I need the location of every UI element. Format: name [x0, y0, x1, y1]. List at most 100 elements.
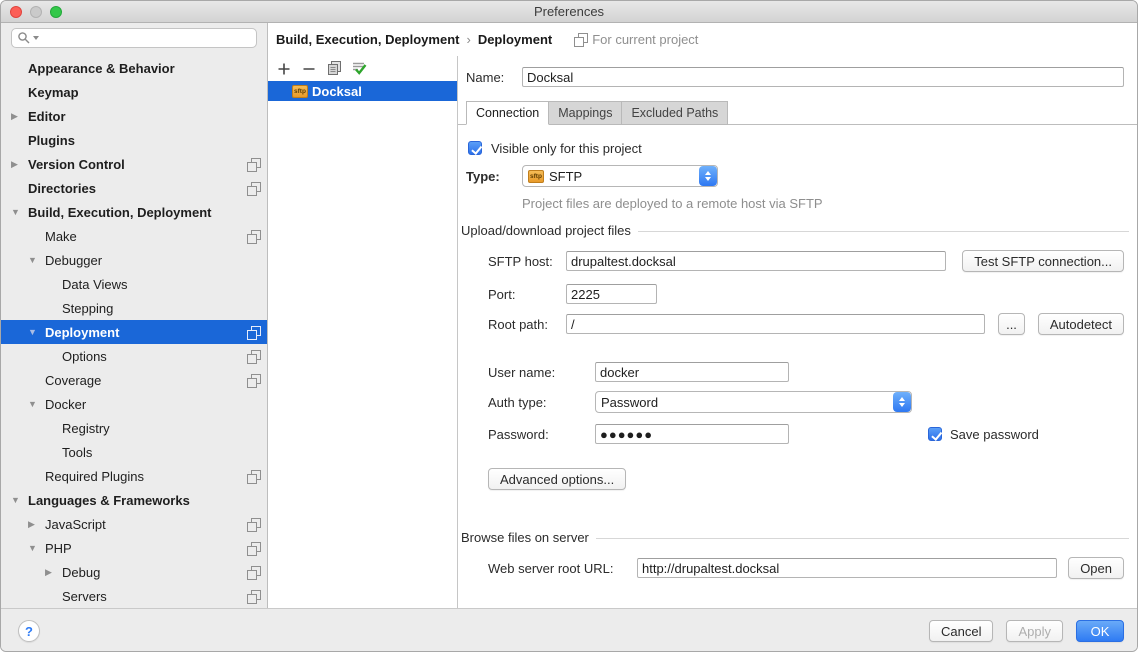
sidebar-item-languages-frameworks[interactable]: ▼Languages & Frameworks	[1, 488, 267, 512]
name-input[interactable]	[522, 67, 1124, 87]
chevron-expanded-icon[interactable]: ▼	[28, 320, 45, 344]
chevron-expanded-icon[interactable]: ▼	[28, 392, 45, 416]
per-project-icon	[247, 566, 260, 579]
chevron-collapsed-icon[interactable]: ▶	[11, 104, 28, 128]
autodetect-button[interactable]: Autodetect	[1038, 313, 1124, 335]
settings-sidebar: ▶Appearance & Behavior ▶Keymap ▶Editor ▶…	[1, 23, 268, 608]
type-label: Type:	[466, 169, 522, 184]
save-password-checkbox[interactable]	[928, 427, 942, 441]
per-project-icon	[247, 470, 260, 483]
user-name-label: User name:	[488, 365, 595, 380]
tab-mappings[interactable]: Mappings	[548, 101, 622, 125]
sidebar-item-directories[interactable]: ▶Directories	[1, 176, 267, 200]
chevron-expanded-icon[interactable]: ▼	[28, 536, 45, 560]
sftp-file-icon: sftp	[292, 85, 308, 98]
per-project-icon	[247, 542, 260, 555]
per-project-icon	[247, 374, 260, 387]
remove-server-button[interactable]	[299, 59, 319, 79]
sidebar-item-registry[interactable]: ▶Registry	[1, 416, 267, 440]
port-label: Port:	[488, 287, 566, 302]
connection-tabs: Connection Mappings Excluded Paths	[458, 101, 1137, 125]
per-project-icon	[574, 33, 587, 46]
server-item-docksal[interactable]: sftp Docksal	[268, 81, 457, 101]
preferences-window: Preferences ▶Appearance & Behavior ▶Keym…	[0, 0, 1138, 652]
minus-icon	[302, 62, 316, 76]
sidebar-item-servers[interactable]: ▶Servers	[1, 584, 267, 608]
per-project-icon	[247, 518, 260, 531]
sidebar-item-required-plugins[interactable]: ▶Required Plugins	[1, 464, 267, 488]
breadcrumb-separator: ›	[466, 32, 470, 47]
auth-type-select[interactable]: Password	[595, 391, 912, 413]
minimize-button[interactable]	[30, 6, 42, 18]
sidebar-item-debug[interactable]: ▶Debug	[1, 560, 267, 584]
root-path-label: Root path:	[488, 317, 566, 332]
save-password-label: Save password	[950, 427, 1039, 442]
tab-excluded-paths[interactable]: Excluded Paths	[621, 101, 728, 125]
web-root-input[interactable]	[637, 558, 1057, 578]
sidebar-item-plugins[interactable]: ▶Plugins	[1, 128, 267, 152]
chevron-collapsed-icon[interactable]: ▶	[45, 560, 62, 584]
close-button[interactable]	[10, 6, 22, 18]
sftp-host-input[interactable]	[566, 251, 946, 271]
per-project-icon	[247, 158, 260, 171]
copy-icon	[327, 61, 342, 76]
sidebar-item-version-control[interactable]: ▶Version Control	[1, 152, 267, 176]
scope-indicator: For current project	[574, 32, 698, 47]
open-button[interactable]: Open	[1068, 557, 1124, 579]
help-button[interactable]: ?	[18, 620, 40, 642]
copy-server-button[interactable]	[324, 59, 344, 79]
dropdown-stepper-icon[interactable]	[699, 166, 717, 186]
sidebar-item-make[interactable]: ▶Make	[1, 224, 267, 248]
sftp-host-label: SFTP host:	[488, 254, 566, 269]
advanced-options-button[interactable]: Advanced options...	[488, 468, 626, 490]
port-input[interactable]	[566, 284, 657, 304]
traffic-lights	[10, 6, 62, 18]
sidebar-item-options[interactable]: ▶Options	[1, 344, 267, 368]
settings-tree: ▶Appearance & Behavior ▶Keymap ▶Editor ▶…	[1, 56, 267, 608]
chevron-collapsed-icon[interactable]: ▶	[11, 152, 28, 176]
sidebar-item-tools[interactable]: ▶Tools	[1, 440, 267, 464]
per-project-icon	[247, 350, 260, 363]
sidebar-item-coverage[interactable]: ▶Coverage	[1, 368, 267, 392]
sidebar-item-build-execution-deployment[interactable]: ▼Build, Execution, Deployment	[1, 200, 267, 224]
cancel-button[interactable]: Cancel	[929, 620, 993, 642]
dropdown-stepper-icon[interactable]	[893, 392, 911, 412]
chevron-collapsed-icon[interactable]: ▶	[28, 512, 45, 536]
server-name: Docksal	[312, 84, 362, 99]
breadcrumb-parent[interactable]: Build, Execution, Deployment	[276, 32, 459, 47]
tab-connection[interactable]: Connection	[466, 101, 549, 125]
add-server-button[interactable]	[274, 59, 294, 79]
test-sftp-connection-button[interactable]: Test SFTP connection...	[962, 250, 1124, 272]
visible-only-checkbox[interactable]	[468, 141, 482, 155]
sidebar-item-keymap[interactable]: ▶Keymap	[1, 80, 267, 104]
sidebar-item-debugger[interactable]: ▼Debugger	[1, 248, 267, 272]
root-path-input[interactable]	[566, 314, 985, 334]
titlebar: Preferences	[1, 1, 1137, 23]
search-icon	[17, 31, 31, 45]
sidebar-item-stepping[interactable]: ▶Stepping	[1, 296, 267, 320]
sidebar-item-deployment[interactable]: ▼Deployment	[1, 320, 267, 344]
chevron-expanded-icon[interactable]: ▼	[11, 200, 28, 224]
search-filter-caret-icon[interactable]	[33, 36, 39, 40]
per-project-icon	[247, 230, 260, 243]
root-path-browse-button[interactable]: ...	[998, 313, 1025, 335]
user-name-input[interactable]	[595, 362, 789, 382]
sidebar-item-data-views[interactable]: ▶Data Views	[1, 272, 267, 296]
sidebar-item-php[interactable]: ▼PHP	[1, 536, 267, 560]
zoom-button[interactable]	[50, 6, 62, 18]
sidebar-item-javascript[interactable]: ▶JavaScript	[1, 512, 267, 536]
section-browse-files: Browse files on server	[461, 529, 1129, 545]
chevron-expanded-icon[interactable]: ▼	[28, 248, 45, 272]
sidebar-item-appearance-behavior[interactable]: ▶Appearance & Behavior	[1, 56, 267, 80]
sidebar-item-editor[interactable]: ▶Editor	[1, 104, 267, 128]
ok-button[interactable]: OK	[1076, 620, 1124, 642]
chevron-expanded-icon[interactable]: ▼	[11, 488, 28, 512]
type-select[interactable]: sftp SFTP	[522, 165, 718, 187]
settings-search-input[interactable]	[11, 28, 257, 48]
password-input[interactable]	[595, 424, 789, 444]
apply-button[interactable]: Apply	[1006, 620, 1063, 642]
server-list-toolbar	[268, 56, 457, 81]
visible-only-label: Visible only for this project	[491, 141, 642, 156]
use-as-default-button[interactable]	[349, 59, 369, 79]
sidebar-item-docker[interactable]: ▼Docker	[1, 392, 267, 416]
